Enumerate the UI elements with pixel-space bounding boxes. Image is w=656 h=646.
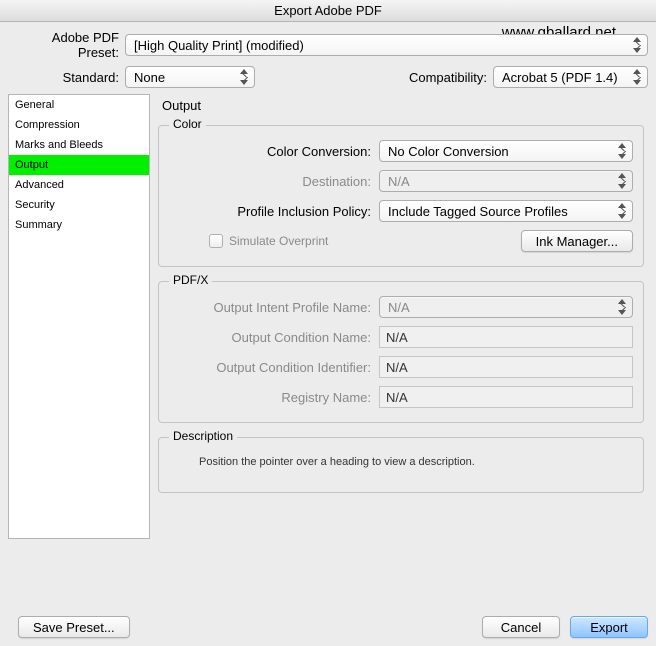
sidebar-item-output[interactable]: Output xyxy=(9,155,149,175)
ink-manager-button[interactable]: Ink Manager... xyxy=(521,230,633,252)
sidebar-item-label: General xyxy=(15,99,54,111)
description-legend: Description xyxy=(169,429,237,443)
ink-manager-label: Ink Manager... xyxy=(536,234,618,249)
export-label: Export xyxy=(590,620,628,635)
stepper-icon xyxy=(616,173,628,189)
pdfx-fieldset: PDF/X Output Intent Profile Name: N/A Ou… xyxy=(158,281,644,423)
color-legend: Color xyxy=(169,117,206,131)
panel-title: Output xyxy=(162,98,644,113)
output-intent-label: Output Intent Profile Name: xyxy=(169,300,379,315)
output-condition-name-label: Output Condition Name: xyxy=(169,330,379,345)
sidebar-item-advanced[interactable]: Advanced xyxy=(9,175,149,195)
preset-select[interactable]: [High Quality Print] (modified) xyxy=(125,34,648,56)
profile-inclusion-value: Include Tagged Source Profiles xyxy=(388,204,568,219)
compatibility-label: Compatibility: xyxy=(409,70,493,85)
compatibility-select[interactable]: Acrobat 5 (PDF 1.4) xyxy=(493,66,648,88)
sidebar-item-label: Summary xyxy=(15,219,62,231)
output-condition-name-value: N/A xyxy=(386,330,408,345)
sidebar-item-label: Marks and Bleeds xyxy=(15,139,103,151)
cancel-label: Cancel xyxy=(501,620,541,635)
window-title: Export Adobe PDF xyxy=(274,3,382,18)
registry-name-label: Registry Name: xyxy=(169,390,379,405)
color-fieldset: Color Color Conversion: No Color Convers… xyxy=(158,125,644,267)
cancel-button[interactable]: Cancel xyxy=(482,616,560,638)
color-conversion-select[interactable]: No Color Conversion xyxy=(379,140,633,162)
preset-label: Adobe PDF Preset: xyxy=(8,30,125,60)
sidebar-item-security[interactable]: Security xyxy=(9,195,149,215)
stepper-icon xyxy=(616,203,628,219)
output-condition-id-value: N/A xyxy=(386,360,408,375)
sidebar-item-compression[interactable]: Compression xyxy=(9,115,149,135)
output-condition-id-field: N/A xyxy=(379,356,633,378)
profile-inclusion-select[interactable]: Include Tagged Source Profiles xyxy=(379,200,633,222)
stepper-icon xyxy=(616,299,628,315)
stepper-icon xyxy=(238,69,250,85)
save-preset-button[interactable]: Save Preset... xyxy=(18,616,130,638)
export-button[interactable]: Export xyxy=(570,616,648,638)
pdfx-legend: PDF/X xyxy=(169,273,212,287)
title-bar: Export Adobe PDF xyxy=(0,0,656,22)
sidebar-item-label: Compression xyxy=(15,119,80,131)
registry-name-field: N/A xyxy=(379,386,633,408)
category-sidebar: General Compression Marks and Bleeds Out… xyxy=(8,94,150,539)
profile-inclusion-label: Profile Inclusion Policy: xyxy=(169,204,379,219)
dialog-footer: Save Preset... Cancel Export xyxy=(8,616,648,638)
save-preset-label: Save Preset... xyxy=(33,620,115,635)
output-condition-id-label: Output Condition Identifier: xyxy=(169,360,379,375)
stepper-icon xyxy=(616,143,628,159)
output-condition-name-field: N/A xyxy=(379,326,633,348)
preset-value: [High Quality Print] (modified) xyxy=(134,38,304,53)
standard-value: None xyxy=(134,70,165,85)
color-conversion-label: Color Conversion: xyxy=(169,144,379,159)
output-intent-value: N/A xyxy=(388,300,410,315)
stepper-icon xyxy=(631,69,643,85)
standard-label: Standard: xyxy=(8,70,125,85)
destination-value: N/A xyxy=(388,174,410,189)
simulate-overprint-label: Simulate Overprint xyxy=(229,234,328,248)
color-conversion-value: No Color Conversion xyxy=(388,144,509,159)
stepper-icon xyxy=(631,37,643,53)
destination-select: N/A xyxy=(379,170,633,192)
sidebar-item-marks-bleeds[interactable]: Marks and Bleeds xyxy=(9,135,149,155)
simulate-overprint-checkbox: Simulate Overprint xyxy=(209,234,328,248)
sidebar-item-label: Security xyxy=(15,199,55,211)
checkbox-icon xyxy=(209,234,223,248)
compatibility-value: Acrobat 5 (PDF 1.4) xyxy=(502,70,618,85)
output-intent-select: N/A xyxy=(379,296,633,318)
registry-name-value: N/A xyxy=(386,390,408,405)
description-text: Position the pointer over a heading to v… xyxy=(169,452,633,486)
description-fieldset: Description Position the pointer over a … xyxy=(158,437,644,493)
standard-select[interactable]: None xyxy=(125,66,255,88)
sidebar-item-summary[interactable]: Summary xyxy=(9,215,149,235)
sidebar-item-label: Output xyxy=(15,159,48,171)
sidebar-item-general[interactable]: General xyxy=(9,95,149,115)
sidebar-item-label: Advanced xyxy=(15,179,64,191)
destination-label: Destination: xyxy=(169,174,379,189)
